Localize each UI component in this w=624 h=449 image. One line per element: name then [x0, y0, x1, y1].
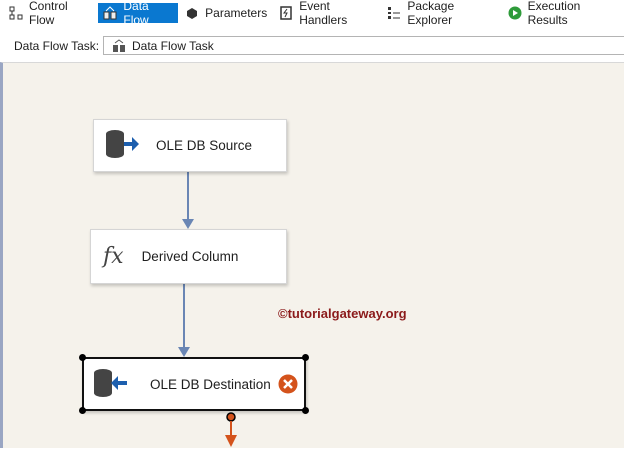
control-flow-icon	[9, 6, 23, 20]
tab-execution-results[interactable]: Execution Results	[503, 0, 622, 27]
data-flow-task-select[interactable]: Data Flow Task	[103, 36, 624, 55]
ole-db-destination-node[interactable]: OLE DB Destination	[79, 354, 309, 414]
parameters-icon	[185, 6, 199, 20]
error-output-path[interactable]	[225, 412, 237, 447]
tab-label: Data Flow	[123, 0, 149, 27]
resize-handle[interactable]	[302, 354, 309, 361]
resize-handle[interactable]	[79, 407, 86, 414]
tab-label: Event Handlers	[299, 0, 348, 27]
node-label: Derived Column	[141, 249, 239, 264]
event-handlers-icon	[279, 6, 293, 20]
fx-icon: fx	[103, 244, 124, 269]
data-flow-task-icon	[112, 38, 126, 53]
database-source-icon	[104, 128, 140, 163]
designer-tabs: Control Flow Data Flow Parameters Event …	[0, 0, 624, 27]
design-canvas[interactable]: OLE DB Source fx Derived Column ©tutoria…	[0, 62, 624, 448]
error-icon[interactable]	[278, 374, 298, 397]
tab-label: Control Flow	[29, 0, 68, 27]
resize-handle[interactable]	[302, 407, 309, 414]
watermark: ©tutorialgateway.org	[278, 306, 407, 321]
data-flow-task-row: Data Flow Task: Data Flow Task	[0, 34, 624, 56]
execution-results-icon	[508, 6, 522, 20]
tab-data-flow[interactable]: Data Flow	[98, 0, 179, 27]
derived-column-node[interactable]: fx Derived Column	[90, 229, 287, 284]
data-flow-icon	[103, 6, 117, 20]
tab-label: Parameters	[205, 6, 268, 20]
path-derived-to-destination[interactable]	[178, 284, 190, 357]
data-flow-task-value: Data Flow Task	[132, 38, 214, 53]
tab-event-handlers[interactable]: Event Handlers	[274, 0, 380, 27]
node-label: OLE DB Source	[156, 138, 253, 153]
ole-db-source-node[interactable]: OLE DB Source	[93, 119, 287, 172]
data-flow-task-label: Data Flow Task:	[14, 39, 100, 53]
database-destination-icon	[92, 367, 128, 402]
resize-handle[interactable]	[79, 354, 86, 361]
tab-parameters[interactable]: Parameters	[180, 3, 272, 23]
node-label: OLE DB Destination	[150, 376, 271, 392]
tab-label: Execution Results	[527, 0, 581, 27]
tab-control-flow[interactable]: Control Flow	[4, 0, 96, 27]
tab-package-explorer[interactable]: Package Explorer	[382, 0, 500, 27]
path-source-to-derived[interactable]	[182, 172, 194, 229]
tab-label: Package Explorer	[407, 0, 455, 27]
package-explorer-icon	[387, 6, 401, 20]
